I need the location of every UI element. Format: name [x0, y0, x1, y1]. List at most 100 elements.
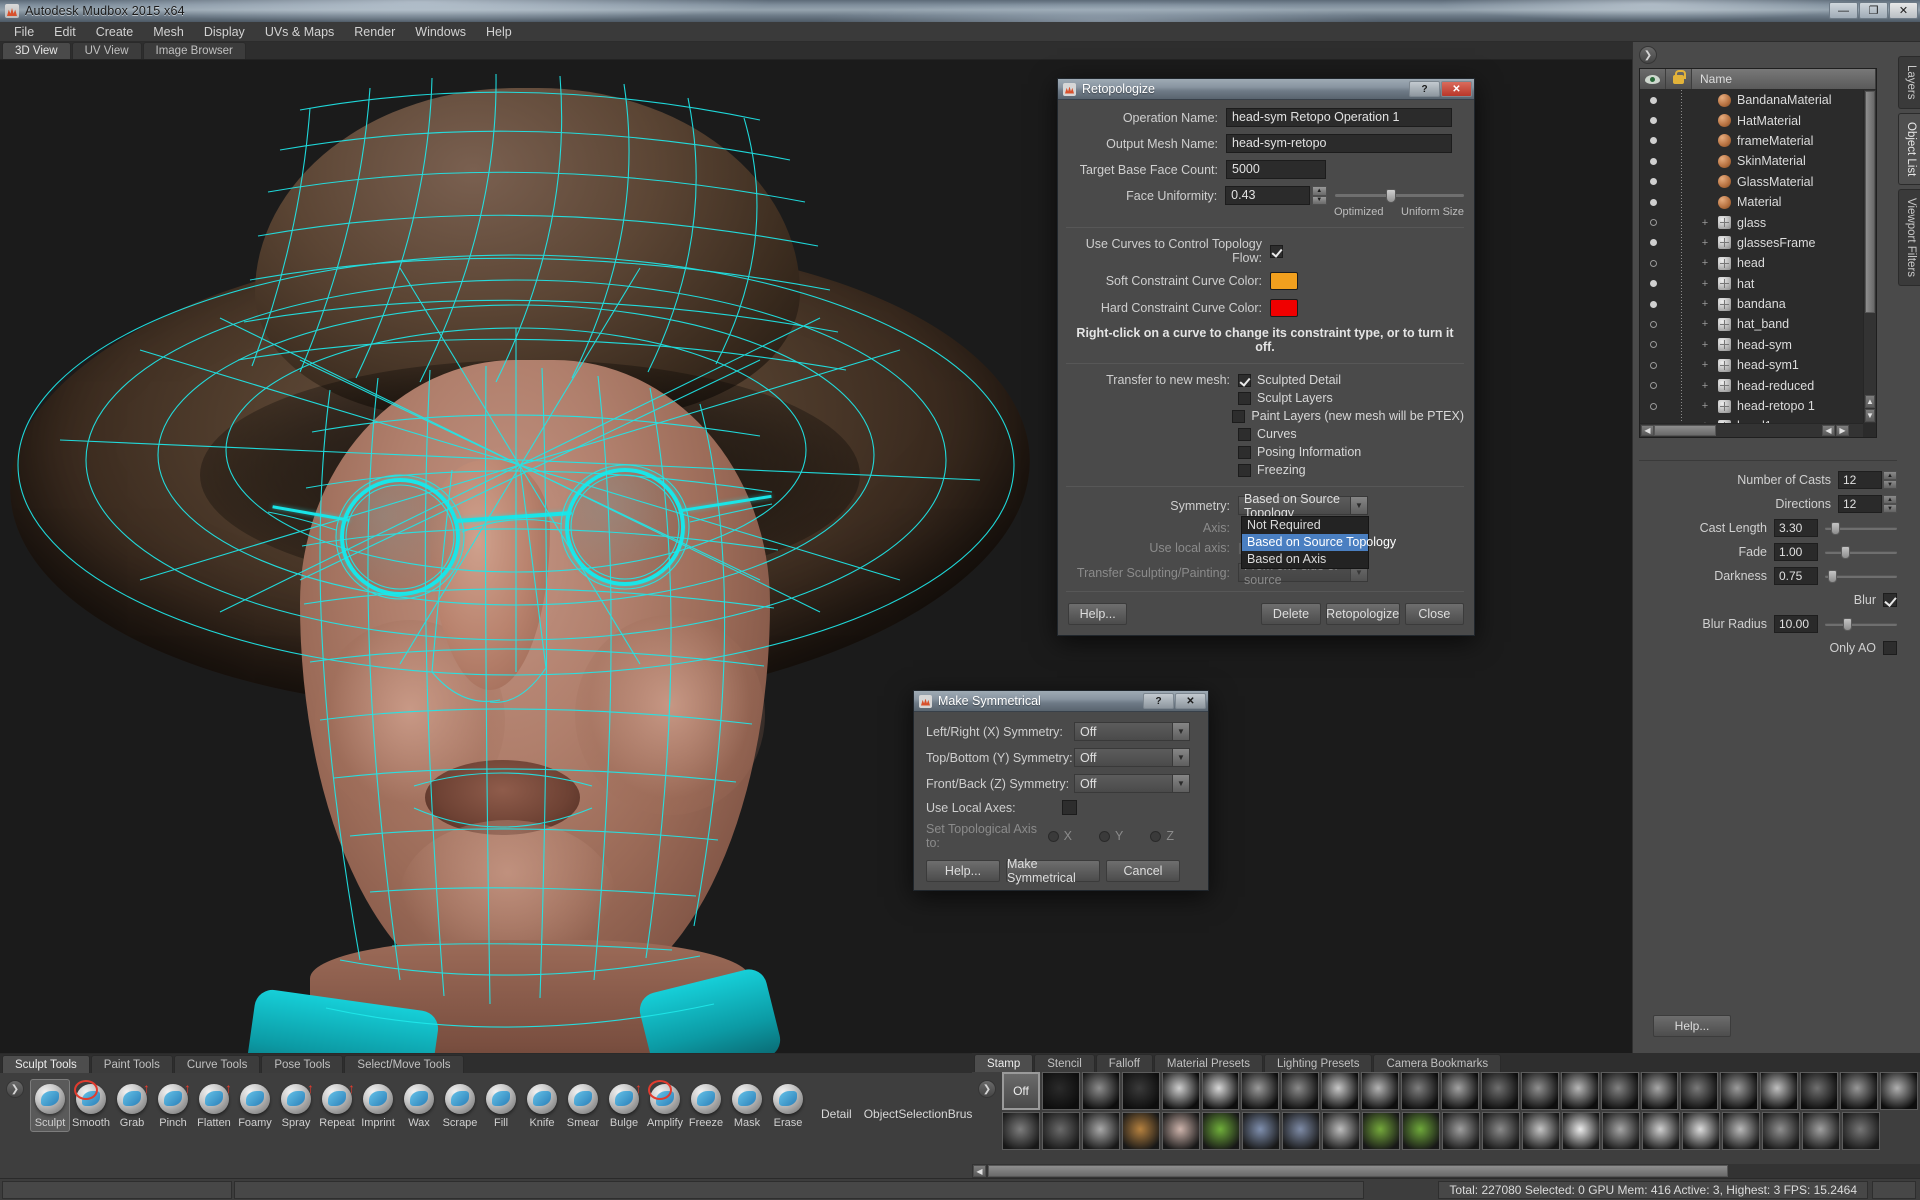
ao-checkbox-only-ao[interactable]: [1883, 641, 1897, 655]
face-uniformity-slider[interactable]: [1334, 188, 1464, 204]
menu-item-file[interactable]: File: [4, 22, 44, 42]
stamp-thumbnail[interactable]: [1482, 1112, 1520, 1150]
visibility-toggle[interactable]: [1640, 219, 1666, 227]
stamp-thumbnail[interactable]: [1600, 1072, 1639, 1110]
transfer-checkbox-paint-layers-new-mesh-will-be-ptex[interactable]: [1232, 409, 1246, 423]
stamp-thumbnail[interactable]: [1201, 1072, 1240, 1110]
visibility-toggle[interactable]: [1640, 320, 1666, 328]
minimize-button[interactable]: —: [1829, 2, 1858, 19]
stamp-thumbnail[interactable]: [1640, 1072, 1679, 1110]
stamp-thumbnail[interactable]: [1122, 1112, 1160, 1150]
panel-tab-viewport-filters[interactable]: Viewport Filters: [1898, 188, 1920, 286]
stamp-thumbnail[interactable]: [1560, 1072, 1599, 1110]
tool-grab[interactable]: ↑ Grab: [112, 1079, 152, 1132]
symmetry-option-based-on-axis[interactable]: Based on Axis: [1242, 551, 1368, 568]
object-list-vertical-scrollbar[interactable]: ▲ ▼: [1863, 90, 1876, 423]
tool-pinch[interactable]: ↑ Pinch: [153, 1079, 193, 1132]
menu-item-windows[interactable]: Windows: [405, 22, 476, 42]
lock-column-header[interactable]: [1666, 69, 1692, 89]
stamp-thumbnail[interactable]: [1361, 1072, 1400, 1110]
menu-item-uvs-maps[interactable]: UVs & Maps: [255, 22, 344, 42]
stamp-tab-material-presets[interactable]: Material Presets: [1153, 1054, 1263, 1072]
stamp-thumbnail[interactable]: [1041, 1072, 1080, 1110]
stamp-tab-camera-bookmarks[interactable]: Camera Bookmarks: [1373, 1054, 1502, 1072]
stamp-tab-lighting-presets[interactable]: Lighting Presets: [1263, 1054, 1373, 1072]
panel-tab-layers[interactable]: Layers: [1898, 56, 1920, 109]
transfer-checkbox-curves[interactable]: [1238, 427, 1251, 441]
right-panel-collapse-icon[interactable]: ❯: [1639, 46, 1657, 64]
ao-slider-knob[interactable]: [1843, 617, 1852, 631]
output-mesh-name-input[interactable]: head-sym-retopo: [1226, 134, 1452, 153]
operation-name-input[interactable]: head-sym Retopo Operation 1: [1226, 108, 1452, 127]
transfer-checkbox-freezing[interactable]: [1238, 463, 1251, 477]
use-curves-checkbox[interactable]: [1270, 244, 1283, 258]
tool-freeze[interactable]: Freeze: [686, 1079, 726, 1132]
face-uniformity-spinner-down[interactable]: ▼: [1311, 195, 1327, 205]
tree-expand-icon[interactable]: +: [1692, 400, 1718, 412]
ao-value-number-of-casts[interactable]: 12: [1838, 471, 1882, 489]
stamp-thumbnail[interactable]: [1282, 1112, 1320, 1150]
target-base-face-count-input[interactable]: 5000: [1226, 160, 1326, 179]
ao-slider-knob[interactable]: [1828, 569, 1837, 583]
scroll-left-button-2[interactable]: ◀: [1822, 425, 1835, 436]
tool-erase[interactable]: Erase: [768, 1079, 808, 1132]
chevron-down-icon[interactable]: ▼: [1350, 497, 1367, 514]
axis-radio-y[interactable]: [1099, 830, 1111, 842]
tree-expand-icon[interactable]: +: [1692, 298, 1718, 310]
ao-spinner[interactable]: ▲ ▼: [1883, 471, 1897, 489]
ao-slider-darkness[interactable]: [1825, 569, 1897, 583]
visibility-toggle[interactable]: [1640, 137, 1666, 145]
retopologize-button[interactable]: Retopologize: [1325, 603, 1400, 625]
chevron-down-icon[interactable]: ▼: [1172, 775, 1189, 792]
stamp-thumbnail[interactable]: [1242, 1112, 1280, 1150]
menu-item-display[interactable]: Display: [194, 22, 255, 42]
stamp-scroll-left-button[interactable]: ◀: [973, 1165, 986, 1177]
stamp-thumbnail[interactable]: [1800, 1072, 1839, 1110]
stamp-thumbnail[interactable]: [1802, 1112, 1840, 1150]
tree-expand-icon[interactable]: +: [1692, 278, 1718, 290]
stamp-thumbnail[interactable]: [1440, 1072, 1479, 1110]
spinner-up-icon[interactable]: ▲: [1883, 471, 1897, 480]
visibility-toggle[interactable]: [1640, 259, 1666, 267]
visibility-toggle[interactable]: [1640, 178, 1666, 186]
tool-repeat[interactable]: ↑ Repeat: [317, 1079, 357, 1132]
object-list-row[interactable]: HatMaterial: [1640, 110, 1863, 130]
scroll-left-button[interactable]: ◀: [1641, 425, 1654, 436]
tool-tab-select-move-tools[interactable]: Select/Move Tools: [344, 1055, 464, 1073]
tree-expand-icon[interactable]: +: [1692, 339, 1718, 351]
stamp-thumbnail[interactable]: [1002, 1112, 1040, 1150]
make-symmetrical-titlebar[interactable]: Make Symmetrical ? ✕: [914, 691, 1208, 712]
retopologize-help-button[interactable]: Help...: [1068, 603, 1128, 625]
object-list-row[interactable]: + head-retopo 1: [1640, 396, 1863, 416]
object-list-row[interactable]: frameMaterial: [1640, 131, 1863, 151]
right-panel-help-button[interactable]: Help...: [1653, 1015, 1731, 1037]
make-symmetrical-help-titlebar-button[interactable]: ?: [1143, 693, 1174, 709]
stamp-thumbnail[interactable]: [1202, 1112, 1240, 1150]
object-list-row[interactable]: + glass: [1640, 212, 1863, 232]
stamp-thumbnail[interactable]: [1762, 1112, 1800, 1150]
tool-tab-pose-tools[interactable]: Pose Tools: [261, 1055, 344, 1073]
transfer-checkbox-sculpted-detail[interactable]: [1238, 373, 1251, 387]
ao-value-directions[interactable]: 12: [1838, 495, 1882, 513]
stamp-horizontal-scrollbar[interactable]: ◀: [972, 1164, 1920, 1178]
tool-smooth[interactable]: Smooth: [71, 1079, 111, 1132]
ao-value-darkness[interactable]: 0.75: [1774, 567, 1818, 585]
menu-item-create[interactable]: Create: [86, 22, 144, 42]
stamp-thumbnail[interactable]: [1720, 1072, 1759, 1110]
chevron-down-icon[interactable]: ▼: [1172, 723, 1189, 740]
make-symmetrical-cancel-button[interactable]: Cancel: [1106, 860, 1180, 882]
object-list-row[interactable]: + glassesFrame: [1640, 233, 1863, 253]
tree-expand-icon[interactable]: +: [1692, 359, 1718, 371]
name-column-header[interactable]: Name: [1692, 69, 1876, 89]
tool-foamy[interactable]: Foamy: [235, 1079, 275, 1132]
ao-slider-knob[interactable]: [1831, 521, 1840, 535]
tool-bulge[interactable]: ↑ Bulge: [604, 1079, 644, 1132]
object-list-row[interactable]: +head1: [1640, 416, 1863, 423]
symmetry-combobox[interactable]: Based on Source Topology ▼: [1238, 492, 1368, 520]
stamp-thumbnail[interactable]: [1281, 1072, 1320, 1110]
retopologize-close-button[interactable]: Close: [1404, 603, 1464, 625]
panel-tab-object-list[interactable]: Object List: [1898, 112, 1920, 185]
visibility-column-header[interactable]: [1640, 69, 1666, 89]
tool-tab-curve-tools[interactable]: Curve Tools: [173, 1055, 261, 1073]
tool-wax[interactable]: Wax: [399, 1079, 439, 1132]
